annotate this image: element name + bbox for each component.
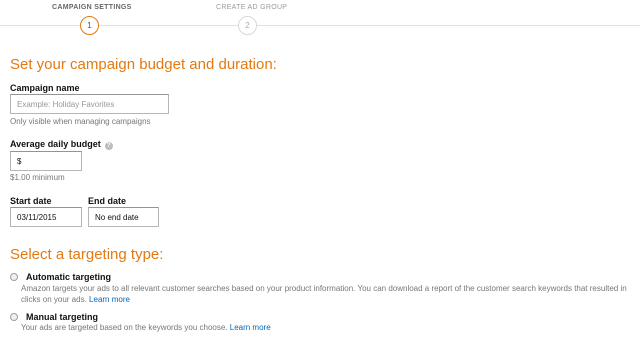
campaign-name-input[interactable] [10, 94, 169, 114]
daily-budget-input[interactable] [10, 151, 82, 171]
step-1-indicator: 1 [80, 16, 99, 35]
campaign-name-hint: Only visible when managing campaigns [10, 117, 151, 126]
manual-targeting-text: Your ads are targeted based on the keywo… [21, 323, 228, 332]
end-date-input[interactable] [88, 207, 159, 227]
manual-targeting-description: Your ads are targeted based on the keywo… [21, 322, 635, 333]
step-2-indicator: 2 [238, 16, 257, 35]
manual-targeting-radio[interactable] [10, 313, 18, 321]
step-label-campaign-settings: CAMPAIGN SETTINGS [52, 4, 132, 11]
daily-budget-label-text: Average daily budget [10, 139, 101, 149]
end-date-label: End date [88, 196, 127, 206]
automatic-learn-more-link[interactable]: Learn more [89, 295, 130, 304]
campaign-name-label-text: Campaign name [10, 83, 80, 93]
campaign-name-label: Campaign name [10, 83, 80, 93]
targeting-section-heading: Select a targeting type: [10, 246, 164, 263]
automatic-targeting-title[interactable]: Automatic targeting [26, 272, 111, 282]
manual-targeting-title[interactable]: Manual targeting [26, 312, 98, 322]
budget-section-heading: Set your campaign budget and duration: [10, 56, 277, 73]
step-label-create-ad-group: CREATE AD GROUP [216, 4, 288, 11]
start-date-input[interactable] [10, 207, 82, 227]
manual-learn-more-link[interactable]: Learn more [230, 323, 271, 332]
daily-budget-hint: $1.00 minimum [10, 173, 65, 182]
daily-budget-label: Average daily budget? [10, 139, 113, 150]
automatic-targeting-description: Amazon targets your ads to all relevant … [21, 283, 635, 305]
help-icon[interactable]: ? [104, 142, 113, 150]
start-date-label: Start date [10, 196, 52, 206]
automatic-targeting-radio[interactable] [10, 273, 18, 281]
